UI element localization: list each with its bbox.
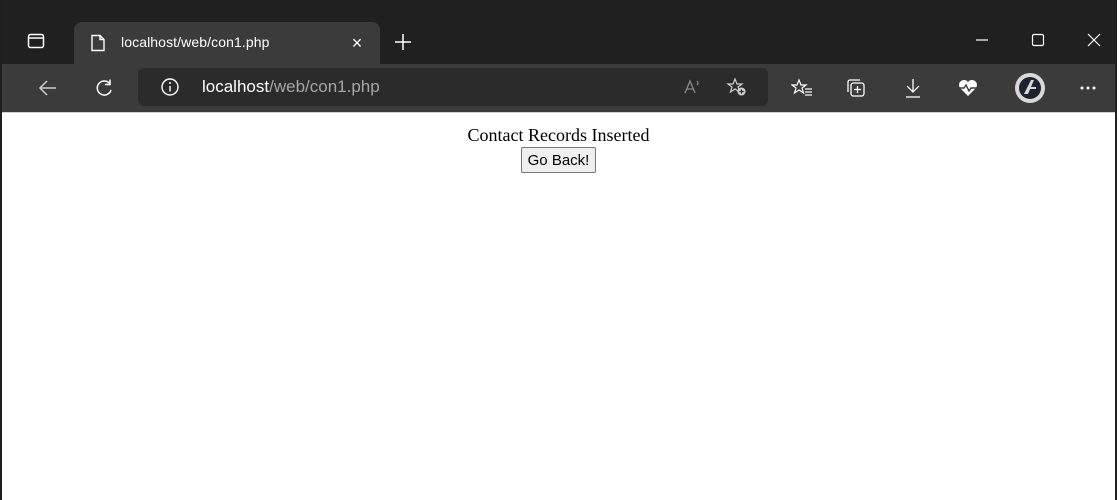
favorites-button[interactable]: [788, 74, 816, 102]
close-window-button[interactable]: [1080, 26, 1108, 54]
minimize-icon: [976, 39, 988, 41]
profile-button[interactable]: [1013, 71, 1047, 105]
tab-actions-button[interactable]: [24, 30, 48, 52]
refresh-icon: [96, 79, 112, 96]
browser-essentials-icon: [959, 80, 977, 96]
minimize-button[interactable]: [968, 26, 996, 54]
back-arrow-icon: [38, 80, 56, 96]
refresh-button[interactable]: [90, 74, 118, 102]
add-favorite-icon[interactable]: [726, 76, 748, 98]
more-button[interactable]: [1074, 74, 1102, 102]
favorites-icon: [791, 78, 812, 96]
url-path: /web/con1.php: [269, 77, 380, 96]
downloads-icon: [906, 79, 920, 98]
tab-close-icon[interactable]: ×: [346, 32, 368, 54]
toolbar: localhost/web/con1.php: [2, 64, 1115, 112]
profile-avatar: [1015, 73, 1045, 103]
read-aloud-icon[interactable]: [682, 76, 704, 98]
address-bar[interactable]: localhost/web/con1.php: [138, 68, 768, 106]
browser-window: localhost/web/con1.php × localhost/web/c…: [0, 0, 1117, 500]
collections-button[interactable]: [842, 74, 870, 102]
page-content: Contact Records Inserted Go Back!: [2, 113, 1115, 173]
maximize-icon: [1031, 33, 1045, 47]
tab-title: localhost/web/con1.php: [121, 34, 270, 50]
page-message: Contact Records Inserted: [467, 125, 650, 145]
tab-actions-icon: [27, 33, 45, 49]
info-icon[interactable]: [160, 77, 180, 97]
collections-icon: [847, 79, 865, 97]
plus-icon: [395, 34, 411, 50]
maximize-button[interactable]: [1024, 26, 1052, 54]
downloads-button[interactable]: [899, 74, 927, 102]
new-tab-button[interactable]: [390, 29, 416, 55]
url-text[interactable]: localhost/web/con1.php: [202, 77, 380, 97]
back-button[interactable]: [34, 74, 62, 102]
browser-essentials-button[interactable]: [954, 74, 982, 102]
tab-strip: localhost/web/con1.php ×: [2, 0, 1115, 64]
close-icon: [1087, 33, 1101, 47]
more-icon: [1080, 86, 1096, 90]
go-back-button[interactable]: Go Back!: [520, 147, 597, 173]
tab-active[interactable]: localhost/web/con1.php ×: [74, 22, 380, 64]
page-icon: [90, 34, 106, 52]
url-host: localhost: [202, 77, 270, 96]
